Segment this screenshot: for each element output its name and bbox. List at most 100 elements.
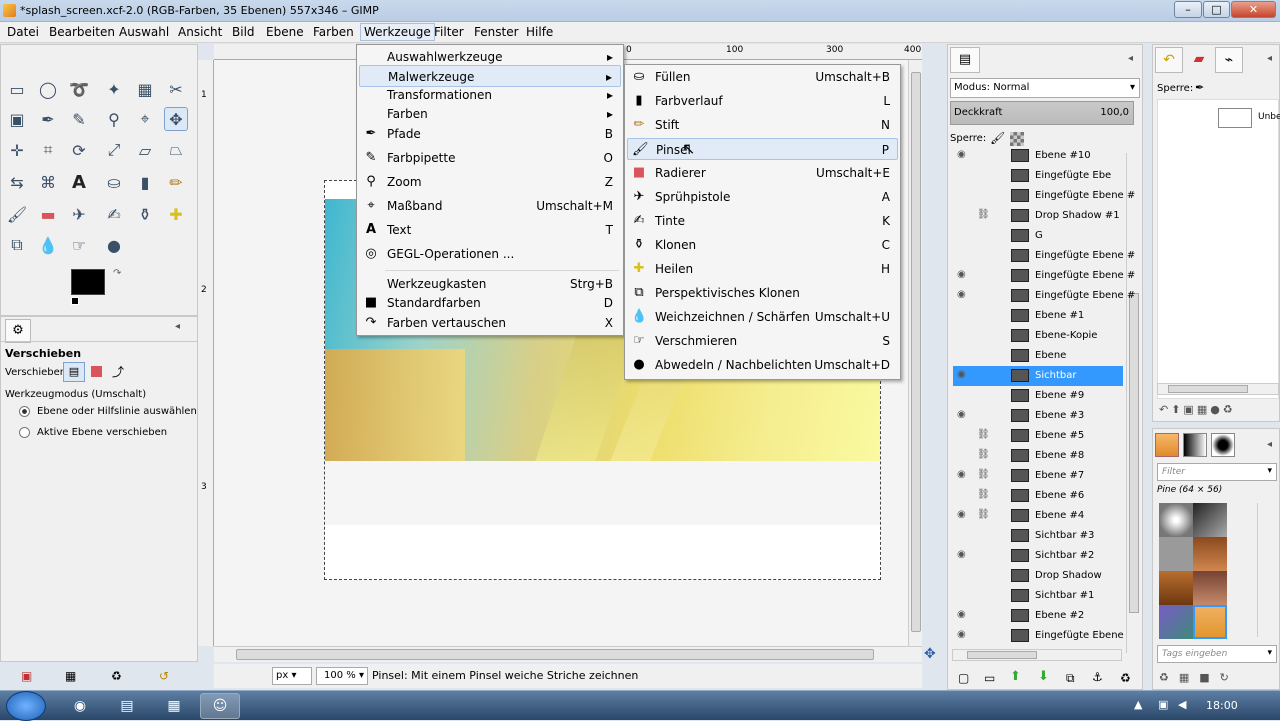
undo-list[interactable]: Unbe — [1157, 99, 1280, 399]
layers-tab-icon[interactable]: ▤ — [950, 47, 980, 73]
visibility-eye-icon[interactable]: ◉ — [957, 369, 966, 380]
menu-item-standardfarben[interactable]: ■ Standardfarben D — [359, 292, 621, 314]
foreground-select-icon[interactable]: ▣ — [5, 107, 29, 131]
brush-thumb[interactable] — [1193, 537, 1227, 571]
gradient-tab-icon[interactable] — [1183, 433, 1207, 457]
heal-icon[interactable]: ✚ — [164, 202, 188, 226]
lasso-icon[interactable]: ➰ — [67, 77, 91, 101]
zoom-select[interactable]: 100 % ▾ — [316, 667, 368, 685]
panel-menu-icon[interactable]: ◂ — [175, 321, 180, 332]
layer-row[interactable]: ⛓ Drop Shadow #1 — [953, 206, 1123, 226]
scale-icon[interactable]: ⤢ — [102, 138, 126, 162]
menu-item-pfade[interactable]: ✒ Pfade B — [359, 123, 621, 145]
visibility-eye-icon[interactable]: ◉ — [957, 289, 966, 300]
menu-item-zoom[interactable]: ⚲ Zoom Z — [359, 171, 621, 193]
paths-icon[interactable]: ✒ — [36, 107, 60, 131]
rotate-icon[interactable]: ⟳ — [67, 138, 91, 162]
undo-toolbar-icons[interactable]: ↶⬆▣▦●♻ — [1159, 403, 1236, 416]
menu-item-radierer[interactable]: ■ Radierer Umschalt+E — [627, 162, 898, 184]
chain-icon[interactable]: ⛓ — [977, 449, 990, 460]
firefox-icon[interactable]: ◉ — [60, 693, 100, 719]
layer-row[interactable]: ⛓ Ebene #6 — [953, 486, 1123, 506]
calculator-icon[interactable]: ▦ — [154, 693, 194, 719]
new-layer-icon[interactable]: ▢ — [958, 671, 969, 685]
menu-datei[interactable]: Datei — [7, 25, 39, 39]
chain-icon[interactable]: ⛓ — [977, 429, 990, 440]
rect-select-icon[interactable]: ▭ — [5, 77, 29, 101]
visibility-eye-icon[interactable]: ◉ — [957, 609, 966, 620]
layer-row[interactable]: ◉ ⛓ Ebene #4 — [953, 506, 1123, 526]
vertical-scrollbar[interactable] — [908, 60, 922, 646]
move-layer-icon[interactable]: ▤ — [63, 362, 85, 382]
menu-werkzeuge[interactable]: Werkzeuge — [360, 23, 435, 41]
menu-item-weichzeichnen[interactable]: 💧 Weichzeichnen / Schärfen Umschalt+U — [627, 306, 898, 328]
clock[interactable]: 18:00 — [1206, 699, 1238, 712]
layer-row[interactable]: Ebene #1 — [953, 306, 1123, 326]
brush-thumb[interactable] — [1159, 605, 1193, 639]
brush-thumb-selected[interactable] — [1193, 605, 1227, 639]
menu-fenster[interactable]: Fenster — [474, 25, 519, 39]
layer-row[interactable]: Ebene #9 — [953, 386, 1123, 406]
paths-tab-icon[interactable]: ⌁ — [1215, 47, 1243, 73]
layer-row[interactable]: ◉ Ebene #2 — [953, 606, 1123, 626]
menu-ansicht[interactable]: Ansicht — [178, 25, 222, 39]
new-group-icon[interactable]: ▭ — [984, 671, 995, 685]
menu-item-massband[interactable]: ⌖ Maßband Umschalt+M — [359, 195, 621, 217]
radio-pick-layer[interactable] — [19, 406, 30, 417]
menu-ebene[interactable]: Ebene — [266, 25, 304, 39]
radio-move-active[interactable] — [19, 427, 30, 438]
tool-options-tab-icon[interactable]: ⚙ — [5, 319, 31, 343]
brush-thumb[interactable] — [1193, 503, 1227, 537]
layer-row[interactable]: ◉ Sichtbar #2 — [953, 546, 1123, 566]
delete-layer-icon[interactable]: ♻ — [1120, 671, 1131, 685]
menu-auswahl[interactable]: Auswahl — [119, 25, 169, 39]
zoom-icon[interactable]: ⚲ — [102, 107, 126, 131]
blur-icon[interactable]: 💧 — [36, 233, 60, 257]
layer-row[interactable]: Eingefügte Ebene # — [953, 246, 1135, 266]
layer-row[interactable]: Sichtbar #3 — [953, 526, 1123, 546]
brush-tab-icon[interactable] — [1211, 433, 1235, 457]
brush-thumb[interactable] — [1159, 571, 1193, 605]
layer-row[interactable]: ◉ Eingefügte Ebene # — [953, 266, 1135, 286]
anchor-layer-icon[interactable]: ⚓ — [1092, 670, 1103, 684]
default-colors-icon[interactable] — [71, 297, 79, 305]
volume-icon[interactable]: ◀ — [1178, 698, 1186, 711]
menu-item-perspektivisches-klonen[interactable]: ⧉ Perspektivisches Klonen — [627, 282, 898, 304]
close-button[interactable]: ✕ — [1231, 1, 1276, 18]
perspective-icon[interactable]: ⏢ — [164, 138, 188, 162]
menu-item-farben[interactable]: Farben ▸ — [359, 103, 621, 125]
pattern-tab-icon[interactable] — [1155, 433, 1179, 457]
eraser-tab-icon[interactable]: ▰ — [1185, 47, 1213, 73]
opacity-slider[interactable]: Deckkraft 100,0 — [950, 101, 1134, 125]
brush-thumb[interactable] — [1159, 537, 1193, 571]
restore-options-icon[interactable]: ▦ — [65, 669, 76, 683]
tray-up-icon[interactable]: ▲ — [1134, 698, 1142, 711]
layer-row[interactable]: Drop Shadow — [953, 566, 1123, 586]
layer-row[interactable]: ◉ Ebene #10 — [953, 146, 1123, 166]
visibility-eye-icon[interactable]: ◉ — [957, 629, 966, 640]
menu-item-gegl[interactable]: ◎ GEGL-Operationen ... — [359, 243, 621, 265]
layer-row[interactable]: ◉ Ebene #3 — [953, 406, 1123, 426]
flip-icon[interactable]: ⇆ — [5, 170, 29, 194]
eraser-icon[interactable]: ▬ — [36, 202, 60, 226]
reset-options-icon[interactable]: ↺ — [159, 669, 169, 683]
raise-layer-icon[interactable]: ⬆ — [1010, 669, 1021, 684]
dodge-burn-icon[interactable]: ● — [102, 233, 126, 257]
lower-layer-icon[interactable]: ⬇ — [1038, 669, 1049, 684]
color-picker-icon[interactable]: ✎ — [67, 107, 91, 131]
clone-icon[interactable]: ⚱ — [133, 202, 157, 226]
visibility-eye-icon[interactable]: ◉ — [957, 409, 966, 420]
visibility-eye-icon[interactable]: ◉ — [957, 269, 966, 280]
panel-menu-icon[interactable]: ◂ — [1267, 439, 1272, 450]
brush-thumb[interactable] — [1193, 571, 1227, 605]
layer-row[interactable]: Eingefügte Ebe — [953, 166, 1123, 186]
menu-item-text[interactable]: A Text T — [359, 219, 621, 241]
move-path-icon[interactable]: ⤴ — [112, 363, 124, 380]
smudge-icon[interactable]: ☞ — [67, 233, 91, 257]
menu-item-tinte[interactable]: ✍ Tinte K — [627, 210, 898, 232]
cage-icon[interactable]: ⌘ — [36, 170, 60, 194]
visibility-eye-icon[interactable]: ◉ — [957, 549, 966, 560]
mode-select[interactable]: Modus: Normal ▾ — [950, 78, 1140, 98]
move-selection-icon[interactable] — [91, 366, 102, 377]
color-select-icon[interactable]: ▦ — [133, 77, 157, 101]
